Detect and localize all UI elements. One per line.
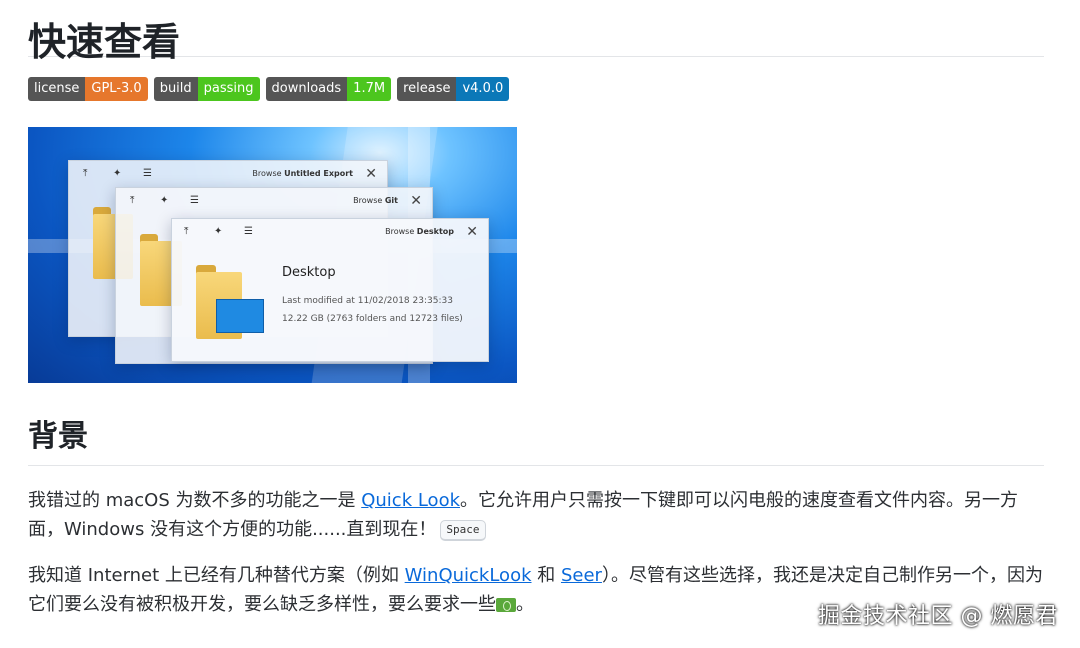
badge-label: release [397,77,457,101]
close-icon[interactable]: ✕ [410,188,422,214]
page-title: 快速查看 [28,20,181,64]
quicklook-window-active: ⤒ ✦ ☰ Browse Desktop ✕ Desktop Last modi… [171,218,489,362]
file-name: Desktop [282,265,336,280]
quick-look-link[interactable]: Quick Look [361,490,460,511]
money-icon [496,598,516,612]
badge-label: license [28,77,86,101]
downloads-badge[interactable]: downloads 1.7M [265,77,392,101]
space-key: Space [440,519,486,541]
article: 快速查看 license GPL-3.0 build passing downl… [28,0,1044,619]
pin-top-icon[interactable]: ⤒ [83,161,87,187]
window-title: Browse Desktop [385,227,454,236]
open-with-icon[interactable]: ☰ [190,188,199,214]
build-badge[interactable]: build passing [153,77,260,101]
section-heading: 背景 [28,419,88,454]
license-badge[interactable]: license GPL-3.0 [28,77,148,101]
badge-value: v4.0.0 [456,77,510,101]
badge-label: build [153,77,198,101]
text: 和 [531,565,561,586]
seer-link[interactable]: Seer [561,565,602,586]
last-modified: Last modified at 11/02/2018 23:35:33 [282,296,453,306]
winquicklook-link[interactable]: WinQuickLook [405,565,532,586]
open-with-icon[interactable]: ☰ [143,161,152,187]
close-icon[interactable]: ✕ [365,161,377,187]
text: 我错过的 macOS 为数不多的功能之一是 [28,490,362,511]
badge-row: license GPL-3.0 build passing downloads … [28,77,1044,101]
pin-top-icon[interactable]: ⤒ [130,188,134,214]
section-divider [28,465,1044,466]
text: 我知道 Internet 上已经有几种替代方案（例如 [28,565,405,586]
desktop-icon [216,299,264,333]
app-screenshot: ⤒ ✦ ☰ Browse Untitled Export ✕ ⤒ ✦ ☰ Bro… [28,127,517,383]
badge-value: passing [197,77,260,101]
pin-top-icon[interactable]: ⤒ [184,219,188,245]
window-title: Browse Git [353,196,398,205]
text: 。 [516,594,534,615]
badge-value: GPL-3.0 [85,77,148,101]
pushpin-icon[interactable]: ✦ [160,188,168,214]
open-with-icon[interactable]: ☰ [244,219,253,245]
size-info: 12.22 GB (2763 folders and 12723 files) [282,314,463,324]
badge-label: downloads [265,77,348,101]
watermark: 掘金技术社区 @ 燃愿君 [818,604,1058,629]
badge-value: 1.7M [347,77,392,101]
window-titlebar: ⤒ ✦ ☰ Browse Git ✕ [116,188,432,214]
paragraph: 我错过的 macOS 为数不多的功能之一是 Quick Look。它允许用户只需… [28,486,1044,544]
window-title: Browse Untitled Export [252,169,353,178]
close-icon[interactable]: ✕ [466,219,478,245]
window-titlebar: ⤒ ✦ ☰ Browse Untitled Export ✕ [69,161,387,187]
pushpin-icon[interactable]: ✦ [214,219,222,245]
pushpin-icon[interactable]: ✦ [113,161,121,187]
window-titlebar: ⤒ ✦ ☰ Browse Desktop ✕ [172,219,488,245]
release-badge[interactable]: release v4.0.0 [397,77,510,101]
title-divider [28,56,1044,57]
